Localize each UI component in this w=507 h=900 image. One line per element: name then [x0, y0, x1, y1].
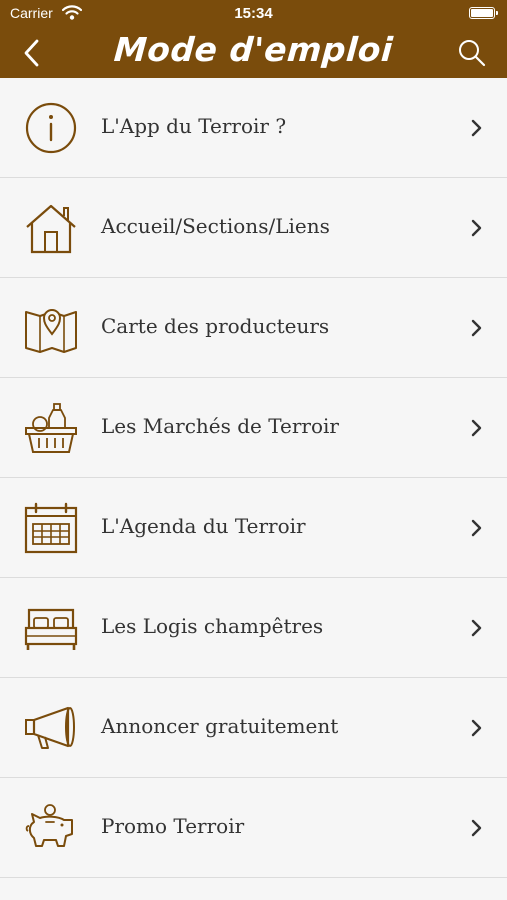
menu-item-label: L'App du Terroir ? — [101, 114, 287, 138]
megaphone-icon — [25, 706, 75, 749]
home-icon — [26, 204, 76, 254]
chevron-right-icon — [471, 719, 482, 737]
chevron-right-icon — [471, 219, 482, 237]
chevron-right-icon — [471, 319, 482, 337]
menu-item-carte[interactable]: Carte des producteurs — [0, 278, 507, 378]
chevron-right-icon — [471, 419, 482, 437]
nav-bar: Mode d'emploi — [0, 28, 507, 78]
menu-item-agenda[interactable]: L'Agenda du Terroir — [0, 478, 507, 578]
status-time: 15:34 — [234, 5, 273, 22]
battery-icon — [469, 7, 498, 19]
menu-item-label: Les Marchés de Terroir — [101, 414, 339, 438]
menu-item-annoncer[interactable]: Annoncer gratuitement — [0, 678, 507, 778]
menu-item-logis[interactable]: Les Logis champêtres — [0, 578, 507, 678]
piggy-bank-icon — [25, 804, 73, 847]
menu-item-label: Annoncer gratuitement — [101, 714, 339, 738]
menu-item-label: Les Logis champêtres — [101, 614, 324, 638]
calendar-icon — [24, 502, 78, 554]
chevron-right-icon — [471, 619, 482, 637]
menu-item-promo[interactable]: Promo Terroir — [0, 778, 507, 878]
chevron-right-icon — [471, 519, 482, 537]
menu-item-marches[interactable]: Les Marchés de Terroir — [0, 378, 507, 478]
menu-item-accueil[interactable]: Accueil/Sections/Liens — [0, 178, 507, 278]
app-header: Carrier 15:34 Mode d'emploi — [0, 0, 507, 78]
status-bar: Carrier 15:34 — [0, 0, 507, 28]
bed-icon — [24, 608, 78, 650]
menu-item-label: Accueil/Sections/Liens — [101, 214, 330, 238]
menu-item-label: Carte des producteurs — [101, 314, 330, 338]
menu-list: L'App du Terroir ? Accueil/Sections/Lien… — [0, 78, 507, 878]
chevron-right-icon — [471, 819, 482, 837]
basket-icon — [25, 403, 77, 453]
page-title: Mode d'emploi — [112, 30, 395, 69]
map-pin-icon — [25, 309, 77, 353]
menu-item-label: L'Agenda du Terroir — [101, 514, 306, 538]
info-icon — [25, 102, 77, 154]
menu-item-app-du-terroir[interactable]: L'App du Terroir ? — [0, 78, 507, 178]
menu-item-label: Promo Terroir — [101, 814, 245, 838]
chevron-right-icon — [471, 119, 482, 137]
search-icon[interactable] — [457, 38, 487, 68]
